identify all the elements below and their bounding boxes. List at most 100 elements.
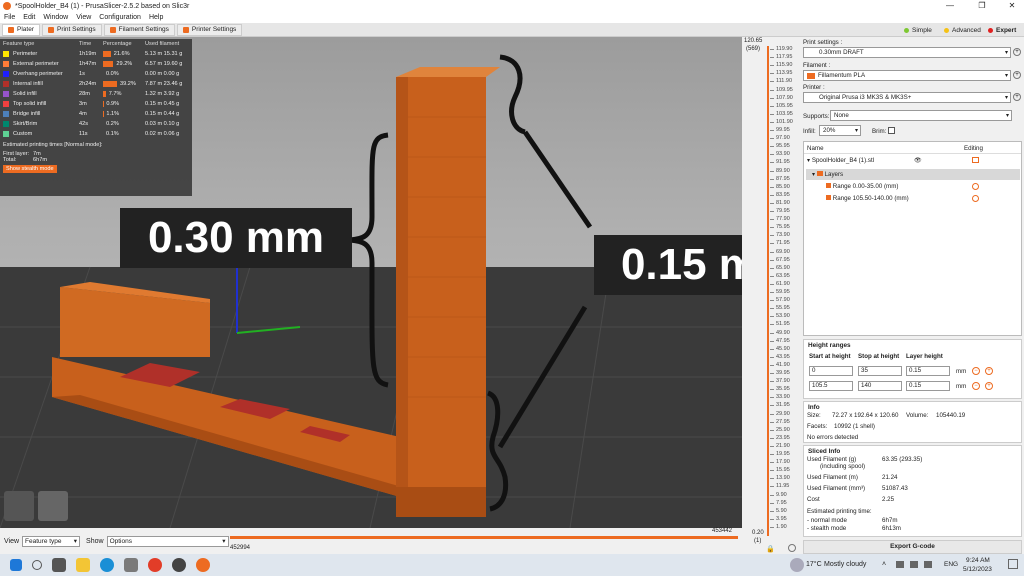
legend-row[interactable]: Overhang perimeter 1s 0.0% 0.00 m 0.00 g bbox=[3, 69, 189, 79]
settings-cog-icon[interactable] bbox=[788, 544, 796, 552]
legend-row[interactable]: Internal infill 2h24m 39.2% 7.87 m 23.46 g bbox=[3, 79, 189, 89]
layer-tick-label: 101.90 bbox=[776, 118, 793, 125]
show-stealth-mode-button[interactable]: Show stealth mode bbox=[3, 165, 57, 173]
supports-select[interactable]: None ▾ bbox=[830, 110, 1012, 121]
battery-icon[interactable] bbox=[910, 561, 918, 568]
search-icon[interactable] bbox=[32, 560, 42, 570]
legend-row[interactable]: Solid infill 28m 7.7% 1.32 m 3.92 g bbox=[3, 89, 189, 99]
layer-tick-label: 95.95 bbox=[776, 143, 790, 150]
menu-configuration[interactable]: Configuration bbox=[95, 14, 145, 21]
obs-icon[interactable] bbox=[172, 558, 186, 572]
mode-advanced[interactable]: Advanced bbox=[940, 24, 985, 36]
plater-icon bbox=[8, 26, 14, 33]
layer-tick-mark bbox=[770, 89, 774, 91]
chevron-up-icon[interactable]: ˄ bbox=[882, 561, 886, 568]
layer-tick-label: 3.95 bbox=[776, 515, 787, 522]
color-swatch bbox=[3, 71, 9, 77]
menu-edit[interactable]: Edit bbox=[19, 14, 39, 21]
print-settings-combo[interactable]: 0.30mm DRAFT ▾ bbox=[803, 47, 1011, 58]
notifications-icon[interactable] bbox=[1008, 559, 1018, 569]
layer-tick-mark bbox=[770, 267, 774, 269]
store-icon[interactable] bbox=[124, 558, 138, 572]
volume-icon[interactable] bbox=[924, 561, 932, 568]
range-settings-icon[interactable] bbox=[972, 195, 979, 202]
layer-tick-label: 21.90 bbox=[776, 442, 790, 449]
layer-tick-mark bbox=[770, 251, 774, 253]
vertical-layer-slider[interactable] bbox=[767, 46, 769, 536]
layer-tick-label: 87.95 bbox=[776, 175, 790, 182]
range-settings-icon[interactable] bbox=[972, 183, 979, 190]
range1-layer-input[interactable]: 0.15 bbox=[906, 366, 950, 376]
add-range-icon[interactable]: + bbox=[985, 382, 993, 390]
layers-view-icon[interactable] bbox=[38, 491, 68, 521]
eye-icon[interactable]: 👁 bbox=[914, 157, 922, 164]
range2-start-input[interactable]: 105.5 bbox=[809, 381, 853, 391]
range-item-2[interactable]: Range 105.50-140.00 (mm) bbox=[826, 195, 909, 202]
remove-range-icon[interactable]: − bbox=[972, 382, 980, 390]
mode-expert[interactable]: Expert bbox=[984, 24, 1020, 36]
legend-row[interactable]: Bridge infill 4m 1.1% 0.15 m 0.44 g bbox=[3, 109, 189, 119]
menu-view[interactable]: View bbox=[72, 14, 95, 21]
chevron-down-icon: ▾ bbox=[1004, 95, 1008, 101]
edge-icon[interactable] bbox=[100, 558, 114, 572]
layer-tick-label: 85.90 bbox=[776, 183, 790, 190]
tab-filament-settings[interactable]: Filament Settings bbox=[103, 23, 175, 36]
filament-combo[interactable]: Fillamentum PLA ▾ bbox=[803, 70, 1011, 81]
printer-combo[interactable]: Original Prusa i3 MK3S & MK3S+ ▾ bbox=[803, 92, 1011, 103]
legend-row[interactable]: Skirt/Brim 42s 0.2% 0.03 m 0.10 g bbox=[3, 119, 189, 129]
tab-plater[interactable]: Plater bbox=[2, 23, 40, 36]
network-icon[interactable] bbox=[896, 561, 904, 568]
export-gcode-button[interactable]: Export G-code bbox=[803, 540, 1022, 554]
tab-print-settings[interactable]: Print Settings bbox=[41, 23, 102, 36]
close-button[interactable]: ✕ bbox=[1000, 0, 1024, 12]
remove-range-icon[interactable]: − bbox=[972, 367, 980, 375]
view-type-select[interactable]: Feature type ▾ bbox=[22, 535, 81, 547]
object-item[interactable]: ▾ SpoolHolder_B4 (1).stl bbox=[807, 157, 874, 164]
prusaslicer-taskbar-icon[interactable] bbox=[196, 558, 210, 572]
clock-date[interactable]: 5/12/2023 bbox=[963, 566, 992, 573]
layer-tick-mark bbox=[770, 478, 774, 480]
chrome-icon[interactable] bbox=[148, 558, 162, 572]
windows-start-icon[interactable] bbox=[10, 559, 22, 571]
legend-row[interactable]: Top solid infill 3m 0.9% 0.15 m 0.45 g bbox=[3, 99, 189, 109]
view-3d-cube-icon[interactable] bbox=[4, 491, 34, 521]
legend-row[interactable]: External perimeter 1h47m 29.2% 6.57 m 19.60… bbox=[3, 59, 189, 69]
file-explorer-icon[interactable] bbox=[76, 558, 90, 572]
legend-row[interactable]: Custom 11s 0.1% 0.02 m 0.06 g bbox=[3, 129, 189, 139]
weather-temp: 17°C bbox=[806, 561, 822, 568]
range1-stop-input[interactable]: 35 bbox=[858, 366, 902, 376]
minimize-button[interactable]: — bbox=[938, 0, 962, 12]
layer-top-value: 120.65 bbox=[744, 38, 763, 44]
add-printer-icon[interactable]: + bbox=[1013, 93, 1021, 101]
mode-simple[interactable]: Simple bbox=[900, 24, 936, 36]
lock-icon[interactable]: 🔒 bbox=[766, 545, 775, 553]
add-filament-icon[interactable]: + bbox=[1013, 71, 1021, 79]
add-range-icon[interactable]: + bbox=[985, 367, 993, 375]
infill-select[interactable]: 20% ▾ bbox=[819, 125, 861, 136]
range2-layer-input[interactable]: 0.15 bbox=[906, 381, 950, 391]
cost-value: 2.25 bbox=[882, 496, 895, 503]
legend-row[interactable]: Perimeter 1h19m 21.6% 5.13 m 15.31 g bbox=[3, 49, 189, 59]
layer-tick-label: 103.95 bbox=[776, 110, 793, 117]
edit-object-icon[interactable] bbox=[972, 157, 979, 163]
brim-checkbox[interactable] bbox=[888, 127, 895, 134]
maximize-button[interactable]: ❐ bbox=[970, 0, 994, 12]
range1-start-input[interactable]: 0 bbox=[809, 366, 853, 376]
menu-help[interactable]: Help bbox=[145, 14, 167, 21]
add-preset-icon[interactable]: + bbox=[1013, 48, 1021, 56]
task-view-icon[interactable] bbox=[52, 558, 66, 572]
menu-file[interactable]: File bbox=[0, 14, 19, 21]
tab-printer-settings[interactable]: Printer Settings bbox=[176, 23, 243, 36]
range2-stop-input[interactable]: 140 bbox=[858, 381, 902, 391]
clock-time[interactable]: 9:24 AM bbox=[966, 557, 990, 564]
layers-icon bbox=[816, 171, 823, 176]
layer-tick-label: 1.90 bbox=[776, 523, 787, 530]
range-item-1[interactable]: Range 0.00-35.00 (mm) bbox=[826, 183, 898, 190]
layer-tick-label: 37.90 bbox=[776, 378, 790, 385]
language-indicator[interactable]: ENG bbox=[944, 561, 958, 568]
menu-window[interactable]: Window bbox=[39, 14, 72, 21]
show-options-select[interactable]: Options ▾ bbox=[106, 535, 229, 547]
layer-tick-mark bbox=[770, 113, 774, 115]
horizontal-move-slider[interactable] bbox=[230, 536, 738, 539]
layer-tick-label: 13.90 bbox=[776, 475, 790, 482]
